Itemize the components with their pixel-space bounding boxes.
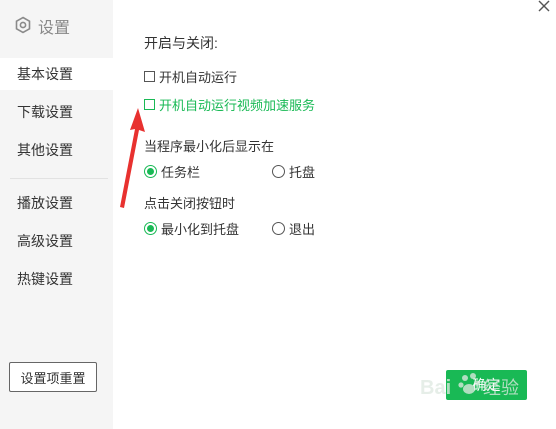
autostart-accel-checkbox-row[interactable]: 开机自动运行视频加速服务 [144,95,315,114]
minimize-group-label: 当程序最小化后显示在 [144,139,275,154]
minimize-tray-radio-row[interactable]: 托盘 [272,162,315,181]
minimize-taskbar-radio[interactable] [144,165,157,178]
close-minimize-label: 最小化到托盘 [161,222,240,237]
close-minimize-radio[interactable] [144,222,157,235]
close-icon[interactable] [536,0,552,16]
section-title: 开启与关闭: [144,35,218,51]
close-minimize-radio-row[interactable]: 最小化到托盘 [144,219,239,238]
reset-settings-button[interactable]: 设置项重置 [9,362,97,392]
sidebar-item-playback[interactable]: 播放设置 [0,187,113,219]
svg-text:Bai: Bai [420,377,451,399]
minimize-tray-label: 托盘 [289,165,316,180]
close-exit-radio[interactable] [272,222,285,235]
minimize-tray-radio[interactable] [272,165,285,178]
close-exit-radio-row[interactable]: 退出 [272,219,315,238]
sidebar-item-basic[interactable]: 基本设置 [0,58,113,90]
autostart-checkbox-row[interactable]: 开机自动运行 [144,67,237,86]
autostart-checkbox[interactable] [144,71,155,82]
autostart-accel-label: 开机自动运行视频加速服务 [159,98,316,113]
sidebar-title-text: 设置 [38,20,71,37]
close-group-label: 点击关闭按钮时 [144,196,236,211]
sidebar-item-download[interactable]: 下载设置 [0,96,113,128]
watermark-url: jingyan.baidu.com [427,402,505,412]
svg-text:经验: 经验 [483,378,519,398]
minimize-taskbar-label: 任务栏 [161,165,201,180]
red-arrow-annotation [120,108,145,208]
minimize-taskbar-radio-row[interactable]: 任务栏 [144,162,200,181]
sidebar-title: 设置 [14,14,70,38]
sidebar-divider [10,178,108,179]
autostart-label: 开机自动运行 [159,70,238,85]
sidebar-item-other[interactable]: 其他设置 [0,134,113,166]
sidebar-item-hotkey[interactable]: 热键设置 [0,263,113,295]
hexagon-gear-icon [14,16,32,37]
close-exit-label: 退出 [289,222,316,237]
sidebar-item-advanced[interactable]: 高级设置 [0,225,113,257]
sidebar: 设置 基本设置 下载设置 其他设置 播放设置 高级设置 热键设置 设置项重置 [0,0,113,429]
